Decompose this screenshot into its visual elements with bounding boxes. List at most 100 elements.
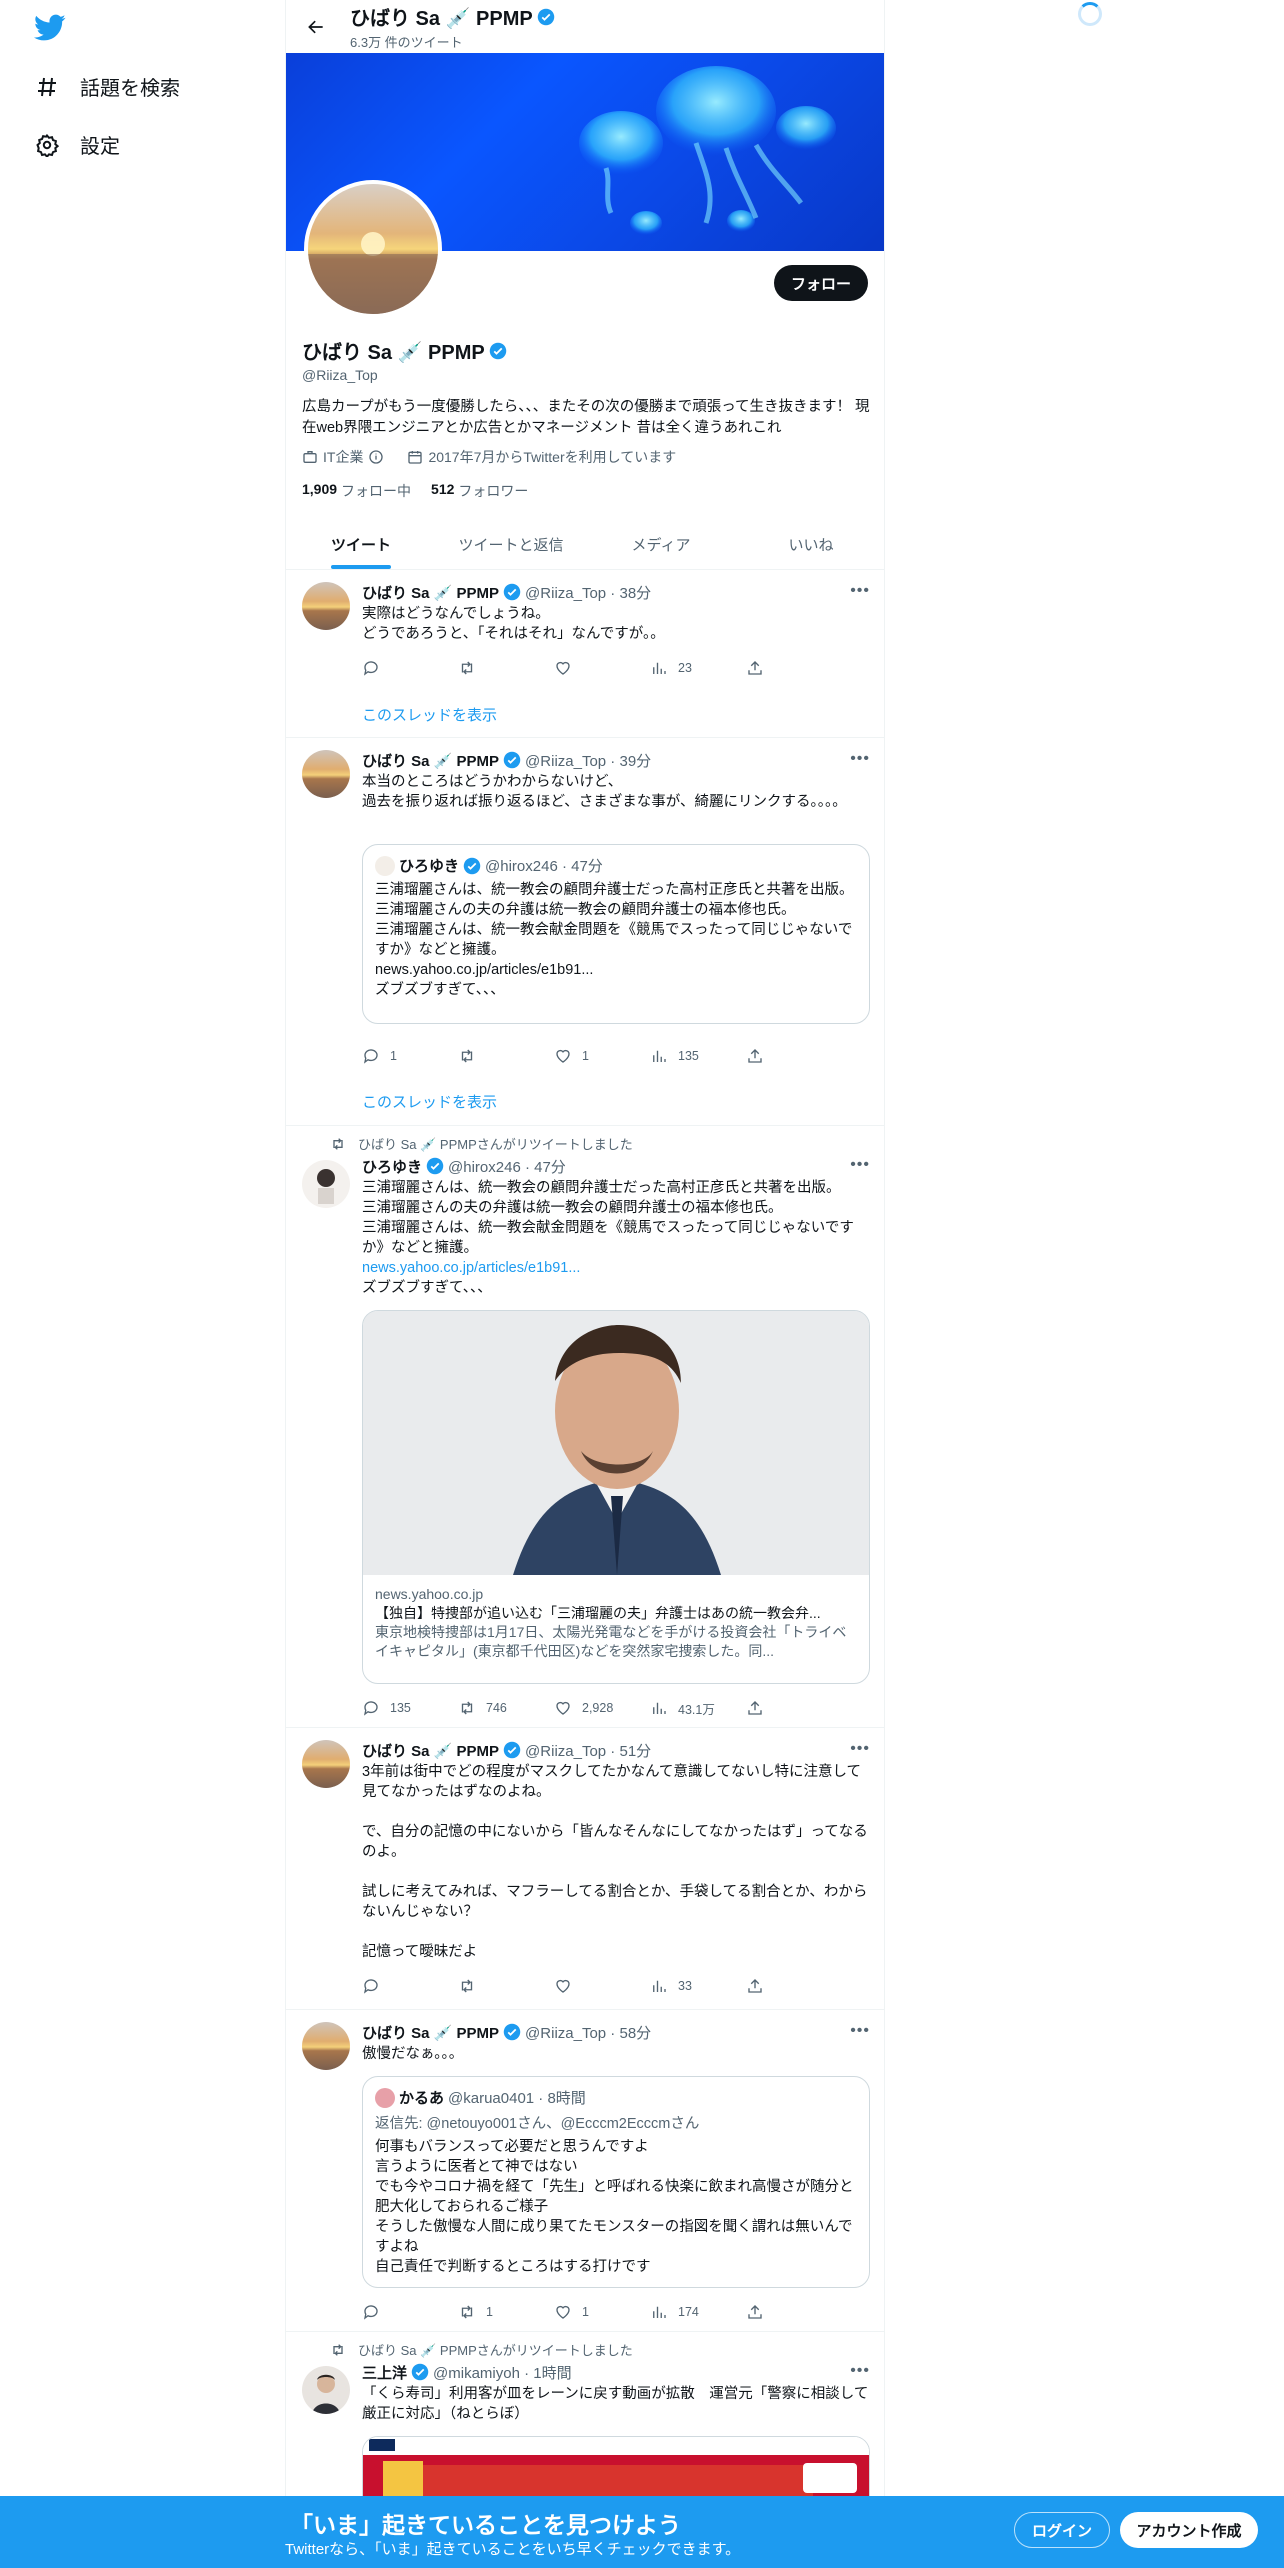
more-options-icon[interactable]: •••	[850, 1156, 870, 1174]
calendar-icon	[408, 451, 423, 464]
tweet-handle-time[interactable]: @mikamiyoh · 1時間	[433, 2362, 572, 2383]
avatar	[375, 855, 395, 876]
views-button[interactable]: 174	[650, 2303, 746, 2321]
retweet-icon	[333, 2343, 343, 2356]
verified-badge-icon	[503, 1741, 521, 1759]
tweet[interactable]: ひばり Sa 💉 PPMP @Riiza_Top · 51分 ••• 3年前は街…	[286, 1728, 884, 2010]
link-card-image	[363, 1311, 869, 1575]
tweet[interactable]: ひばり Sa 💉 PPMP @Riiza_Top · 38分 ••• 実際はどう…	[286, 570, 884, 738]
tweet-author-name[interactable]: ひばり Sa 💉 PPMP	[362, 2022, 499, 2043]
signup-button[interactable]: アカウント作成	[1120, 2512, 1258, 2548]
views-button[interactable]: 23	[650, 659, 746, 677]
tweet-author-name[interactable]: ひばり Sa 💉 PPMP	[362, 750, 499, 771]
views-button[interactable]: 135	[650, 1047, 746, 1065]
quote-handle-time: @karua0401 · 8時間	[448, 2090, 586, 2107]
link-card[interactable]: news.yahoo.co.jp 【独自】特捜部が追い込む「三浦瑠麗の夫」弁護士…	[362, 1310, 870, 1684]
follow-button[interactable]: フォロー	[774, 265, 868, 301]
retweeted-by-text[interactable]: ひばり Sa 💉 PPMPさんがリツイートしました	[358, 2340, 633, 2359]
twitter-logo-icon[interactable]	[34, 14, 66, 42]
nav-settings[interactable]: 設定	[34, 130, 120, 159]
share-button[interactable]	[746, 2303, 774, 2321]
more-options-icon[interactable]: •••	[850, 2362, 870, 2380]
tweet-text: 三浦瑠麗さんは、統一教会の顧問弁護士だった高村正彦氏と共著を出版。 三浦瑠麗さん…	[362, 1180, 854, 1256]
quoted-tweet[interactable]: かるあ @karua0401 · 8時間 返信先: @netouyo001さん、…	[362, 2076, 870, 2288]
more-options-icon[interactable]: •••	[850, 750, 870, 768]
tweet-author-name[interactable]: ひろゆき	[362, 1156, 422, 1177]
like-count: 1	[582, 1049, 589, 1063]
tweet-author-name[interactable]: ひばり Sa 💉 PPMP	[362, 1740, 499, 1761]
reply-button[interactable]: 1	[362, 1047, 458, 1065]
share-icon	[748, 1049, 762, 1063]
share-button[interactable]	[746, 1977, 774, 1995]
share-icon	[748, 661, 762, 675]
retweet-button[interactable]	[458, 1977, 554, 1995]
avatar[interactable]	[302, 2022, 350, 2070]
bottom-bar-subtitle: Twitterなら、「いま」起きていることをいち早くチェックできます。	[285, 2541, 741, 2558]
retweeted-by-text[interactable]: ひばり Sa 💉 PPMPさんがリツイートしました	[358, 1134, 633, 1153]
quote-text: 三浦瑠麗さんは、統一教会の顧問弁護士だった高村正彦氏と共著を出版。 三浦瑠麗さん…	[375, 882, 854, 998]
more-options-icon[interactable]: •••	[850, 2022, 870, 2040]
avatar[interactable]	[302, 2366, 350, 2414]
retweet-button[interactable]	[458, 1047, 554, 1065]
more-options-icon[interactable]: •••	[850, 582, 870, 600]
like-button[interactable]: 1	[554, 1047, 650, 1065]
tweet-handle-time[interactable]: @Riiza_Top · 51分	[525, 1740, 651, 1761]
tweet[interactable]: ひばり Sa 💉 PPMPさんがリツイートしました ひろゆき @hirox246…	[286, 1126, 884, 1728]
avatar[interactable]	[302, 750, 350, 798]
followers-label[interactable]: フォロワー	[458, 481, 528, 501]
share-button[interactable]	[746, 1047, 774, 1065]
following-count[interactable]: 1,909	[302, 481, 337, 501]
like-button[interactable]: 2,928	[554, 1699, 650, 1717]
avatar[interactable]	[302, 1740, 350, 1788]
views-button[interactable]: 33	[650, 1977, 746, 1995]
tweet[interactable]: ひばり Sa 💉 PPMP @Riiza_Top · 58分 ••• 傲慢だなぁ…	[286, 2010, 884, 2332]
verified-badge-icon	[503, 751, 521, 769]
bar-chart-icon	[653, 1050, 666, 1062]
show-thread-link[interactable]: このスレッドを表示	[362, 704, 497, 725]
avatar[interactable]	[302, 582, 350, 630]
tweet-link[interactable]: news.yahoo.co.jp/articles/e1b91...	[362, 1258, 870, 1278]
profile-avatar[interactable]	[304, 180, 442, 318]
verified-badge-icon	[489, 342, 506, 359]
reply-button[interactable]	[362, 659, 458, 677]
tweet-handle-time[interactable]: @Riiza_Top · 39分	[525, 750, 651, 771]
heart-icon	[556, 661, 570, 675]
show-thread-link[interactable]: このスレッドを表示	[362, 1091, 497, 1112]
tab-likes[interactable]: いいね	[736, 520, 884, 569]
followers-count[interactable]: 512	[431, 481, 454, 501]
nav-explore[interactable]: 話題を検索	[34, 72, 180, 101]
reply-icon	[363, 661, 378, 676]
back-arrow-icon[interactable]	[302, 13, 330, 41]
tweet-handle-time[interactable]: @hirox246 · 47分	[448, 1156, 566, 1177]
profile-bio: 広島カープがもう一度優勝したら、、、またその次の優勝まで頑張って生き抜きます！ …	[302, 399, 870, 436]
retweet-count: 1	[486, 2305, 493, 2319]
like-button[interactable]	[554, 659, 650, 677]
tab-tweets-and-replies[interactable]: ツイートと返信	[436, 520, 586, 569]
reply-button[interactable]	[362, 2303, 458, 2321]
reply-button[interactable]: 135	[362, 1699, 458, 1717]
reply-button[interactable]	[362, 1977, 458, 1995]
retweet-button[interactable]	[458, 659, 554, 677]
tweet-author-name[interactable]: ひばり Sa 💉 PPMP	[362, 582, 499, 603]
share-button[interactable]	[746, 1699, 774, 1717]
views-button[interactable]: 43.1万	[650, 1699, 746, 1718]
tab-media[interactable]: メディア	[586, 520, 736, 569]
info-icon[interactable]	[368, 449, 384, 465]
quoted-tweet[interactable]: ひろゆき @hirox246 · 47分 三浦瑠麗さんは、統一教会の顧問弁護士だ…	[362, 844, 870, 1024]
tab-tweets[interactable]: ツイート	[286, 520, 436, 569]
share-button[interactable]	[746, 659, 774, 677]
tweet-handle-time[interactable]: @Riiza_Top · 38分	[525, 582, 651, 603]
retweet-button[interactable]: 1	[458, 2303, 554, 2321]
retweet-button[interactable]: 746	[458, 1699, 554, 1717]
following-label[interactable]: フォロー中	[341, 481, 411, 501]
more-options-icon[interactable]: •••	[850, 1740, 870, 1758]
tweet-header: ひばり Sa 💉 PPMP @Riiza_Top · 51分	[362, 1740, 870, 1760]
tweet-author-name[interactable]: 三上洋	[362, 2362, 407, 2383]
like-button[interactable]: 1	[554, 2303, 650, 2321]
login-button[interactable]: ログイン	[1014, 2512, 1110, 2548]
like-button[interactable]	[554, 1977, 650, 1995]
tweet-handle-time[interactable]: @Riiza_Top · 58分	[525, 2022, 651, 2043]
tweet[interactable]: ひばり Sa 💉 PPMP @Riiza_Top · 39分 ••• 本当のとこ…	[286, 738, 884, 1126]
avatar[interactable]	[302, 1160, 350, 1208]
profile-header-bar: ひばり Sa 💉 PPMP 6.3万 件のツイート	[286, 0, 884, 53]
